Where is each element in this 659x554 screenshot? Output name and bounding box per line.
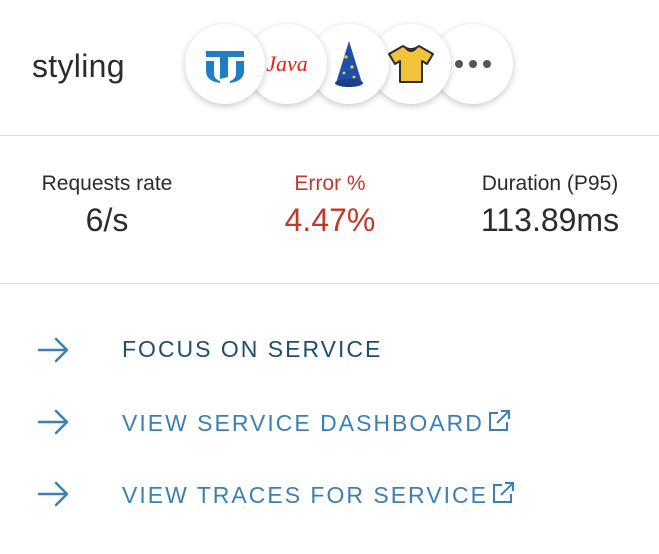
- tech-chip-tidal[interactable]: [185, 24, 265, 104]
- metric-requests-rate: Requests rate 6/s: [20, 172, 194, 239]
- view-service-dashboard-link[interactable]: VIEW SERVICE DASHBOARD: [0, 394, 659, 450]
- metric-value: 6/s: [85, 202, 129, 238]
- view-traces-for-service-link[interactable]: VIEW TRACES FOR SERVICE: [0, 466, 659, 522]
- action-label: VIEW SERVICE DASHBOARD: [122, 410, 484, 436]
- wizard-hat-icon: [335, 41, 363, 87]
- service-header: styling Java: [0, 0, 659, 135]
- metric-label: Requests rate: [41, 172, 173, 195]
- focus-on-service-link[interactable]: FOCUS ON SERVICE: [0, 322, 659, 378]
- arrow-right-icon: [37, 481, 69, 507]
- metric-label: Duration (P95): [481, 172, 619, 195]
- more-icon: [455, 60, 491, 68]
- metric-value: 113.89ms: [480, 202, 620, 238]
- metric-error-percent: Error % 4.47%: [255, 172, 405, 239]
- metric-label: Error %: [294, 172, 366, 195]
- divider-bottom: [0, 283, 659, 284]
- arrow-right-icon: [37, 337, 69, 363]
- tidal-logo-icon: [206, 51, 244, 83]
- action-label-wrap: VIEW TRACES FOR SERVICE: [122, 480, 516, 509]
- java-logo-icon: Java: [266, 51, 308, 76]
- action-label: VIEW TRACES FOR SERVICE: [122, 482, 488, 508]
- action-label: FOCUS ON SERVICE: [122, 336, 383, 362]
- external-link-icon: [492, 482, 514, 503]
- action-label-wrap: VIEW SERVICE DASHBOARD: [122, 408, 512, 437]
- metrics-panel: Requests rate 6/s Error % 4.47% Duration…: [0, 136, 659, 283]
- t-shirt-icon: [388, 45, 434, 83]
- external-link-icon: [488, 410, 510, 431]
- service-name: styling: [32, 48, 125, 84]
- metric-value: 4.47%: [284, 202, 376, 238]
- metric-duration-p95: Duration (P95) 113.89ms: [455, 172, 645, 239]
- tech-stack: Java: [185, 24, 515, 106]
- arrow-right-icon: [37, 409, 69, 435]
